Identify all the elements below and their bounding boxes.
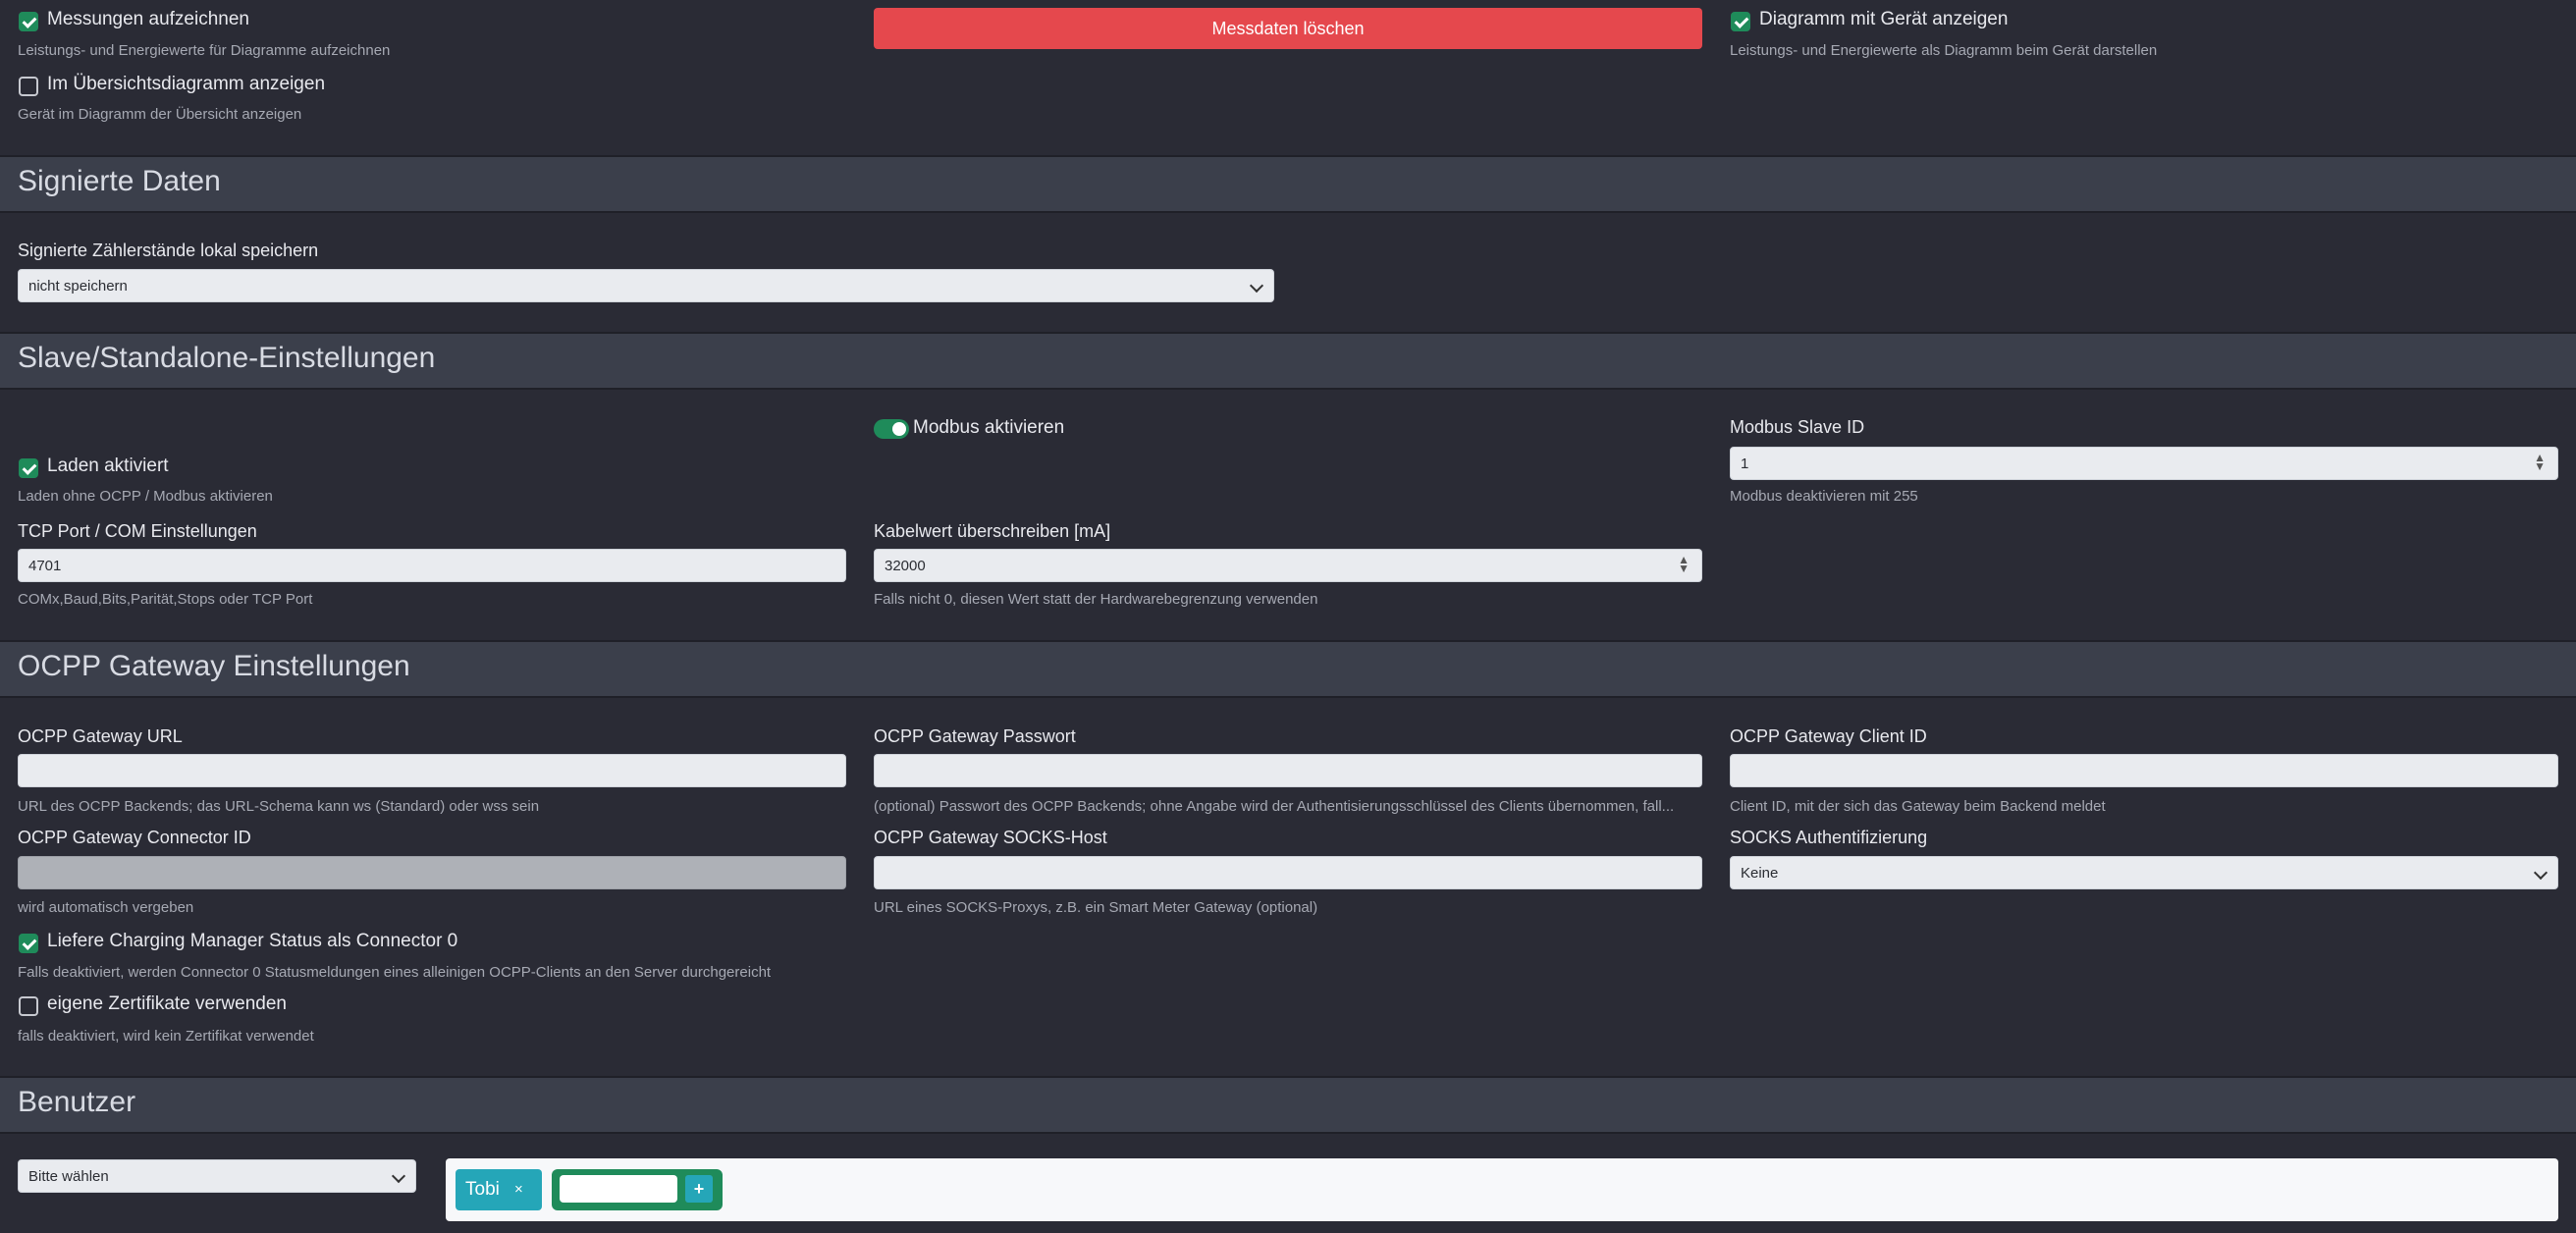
spinner-icon[interactable]: ▲ ▼ — [2534, 452, 2546, 472]
charging-enabled-label: Laden aktiviert — [47, 456, 169, 476]
ocpp-url-label: OCPP Gateway URL — [18, 726, 183, 746]
chevron-down-icon — [2533, 865, 2549, 881]
ocpp-socks-host-hint: URL eines SOCKS-Proxys, z.B. ein Smart M… — [874, 899, 1318, 916]
record-measurements-hint: Leistungs- und Energiewerte für Diagramm… — [18, 42, 391, 59]
modbus-slave-id-input[interactable]: 1 ▲ ▼ — [1730, 447, 2558, 480]
ocpp-password-label: OCPP Gateway Passwort — [874, 726, 1076, 746]
signed-store-value: nicht speichern — [28, 278, 128, 295]
cable-override-label: Kabelwert überschreiben [mA] — [874, 521, 1111, 541]
users-title: Benutzer — [18, 1086, 136, 1118]
modbus-slave-id-hint: Modbus deaktivieren mit 255 — [1730, 488, 1918, 505]
ocpp-client-id-hint: Client ID, mit der sich das Gateway beim… — [1730, 798, 2106, 815]
cable-override-value: 32000 — [885, 558, 926, 574]
signed-data-title: Signierte Daten — [18, 165, 221, 197]
user-tag-name: Tobi — [465, 1179, 500, 1200]
overview-chart-label: Im Übersichtsdiagramm anzeigen — [47, 74, 326, 94]
user-tag: Tobi × — [456, 1169, 542, 1210]
modbus-toggle-label: Modbus aktivieren — [913, 417, 1065, 438]
add-user-input[interactable] — [560, 1175, 677, 1203]
ocpp-settings-title: OCPP Gateway Einstellungen — [18, 650, 410, 682]
ocpp-client-id-input[interactable] — [1730, 754, 2558, 787]
cable-override-input[interactable]: 32000 ▲ ▼ — [874, 549, 1702, 582]
record-measurements-label: Messungen aufzeichnen — [47, 9, 249, 29]
tcp-port-value: 4701 — [28, 558, 62, 574]
tcp-port-label: TCP Port / COM Einstellungen — [18, 521, 257, 541]
delete-measurements-button[interactable]: Messdaten löschen — [874, 8, 1702, 49]
ocpp-url-hint: URL des OCPP Backends; das URL-Schema ka… — [18, 798, 540, 815]
own-certificates-label: eigene Zertifikate verwenden — [47, 993, 287, 1014]
socks-auth-select[interactable]: Keine — [1730, 856, 2558, 889]
own-certificates-checkbox[interactable] — [19, 996, 38, 1016]
users-header: Benutzer — [0, 1076, 2576, 1134]
ocpp-settings-header: OCPP Gateway Einstellungen — [0, 640, 2576, 698]
socks-auth-label: SOCKS Authentifizierung — [1730, 828, 1928, 847]
ocpp-password-input[interactable] — [874, 754, 1702, 787]
charging-manager-hint: Falls deaktiviert, werden Connector 0 St… — [18, 964, 772, 981]
socks-auth-value: Keine — [1741, 865, 1779, 882]
ocpp-client-id-label: OCPP Gateway Client ID — [1730, 726, 1927, 746]
add-user-button[interactable]: + — [685, 1175, 713, 1203]
modbus-slave-id-value: 1 — [1741, 456, 1749, 472]
slave-settings-title: Slave/Standalone-Einstellungen — [18, 342, 436, 374]
charging-enabled-hint: Laden ohne OCPP / Modbus aktivieren — [18, 488, 273, 505]
add-user-group: + — [552, 1169, 723, 1210]
charging-enabled-checkbox[interactable] — [19, 458, 38, 478]
modbus-slave-id-label: Modbus Slave ID — [1730, 417, 1865, 437]
modbus-toggle[interactable] — [874, 419, 909, 439]
charging-manager-label: Liefere Charging Manager Status als Conn… — [47, 931, 458, 951]
device-chart-hint: Leistungs- und Energiewerte als Diagramm… — [1730, 42, 2158, 59]
signed-data-header: Signierte Daten — [0, 155, 2576, 213]
signed-store-label: Signierte Zählerstände lokal speichern — [18, 241, 319, 260]
ocpp-url-input[interactable] — [18, 754, 846, 787]
overview-chart-hint: Gerät im Diagramm der Übersicht anzeigen — [18, 106, 302, 123]
ocpp-socks-host-input[interactable] — [874, 856, 1702, 889]
ocpp-socks-host-label: OCPP Gateway SOCKS-Host — [874, 828, 1107, 847]
user-select-value: Bitte wählen — [28, 1168, 109, 1185]
record-measurements-checkbox[interactable] — [19, 12, 38, 31]
charging-manager-checkbox[interactable] — [19, 934, 38, 953]
own-certificates-hint: falls deaktiviert, wird kein Zertifikat … — [18, 1028, 314, 1045]
chevron-down-icon — [1249, 278, 1264, 294]
close-icon[interactable]: × — [514, 1169, 523, 1210]
overview-chart-checkbox[interactable] — [19, 77, 38, 96]
tcp-port-hint: COMx,Baud,Bits,Parität,Stops oder TCP Po… — [18, 591, 313, 608]
signed-store-select[interactable]: nicht speichern — [18, 269, 1274, 302]
chevron-down-icon — [391, 1168, 406, 1184]
device-chart-label: Diagramm mit Gerät anzeigen — [1759, 9, 2009, 29]
spinner-icon[interactable]: ▲ ▼ — [1678, 554, 1690, 574]
ocpp-connector-hint: wird automatisch vergeben — [18, 899, 194, 916]
tcp-port-input[interactable]: 4701 — [18, 549, 846, 582]
ocpp-connector-input — [18, 856, 846, 889]
user-tag-box — [446, 1158, 2558, 1221]
user-select[interactable]: Bitte wählen — [18, 1159, 416, 1193]
ocpp-connector-label: OCPP Gateway Connector ID — [18, 828, 251, 847]
device-chart-checkbox[interactable] — [1731, 12, 1750, 31]
ocpp-password-hint: (optional) Passwort des OCPP Backends; o… — [874, 798, 1675, 815]
slave-settings-header: Slave/Standalone-Einstellungen — [0, 332, 2576, 390]
cable-override-hint: Falls nicht 0, diesen Wert statt der Har… — [874, 591, 1318, 608]
